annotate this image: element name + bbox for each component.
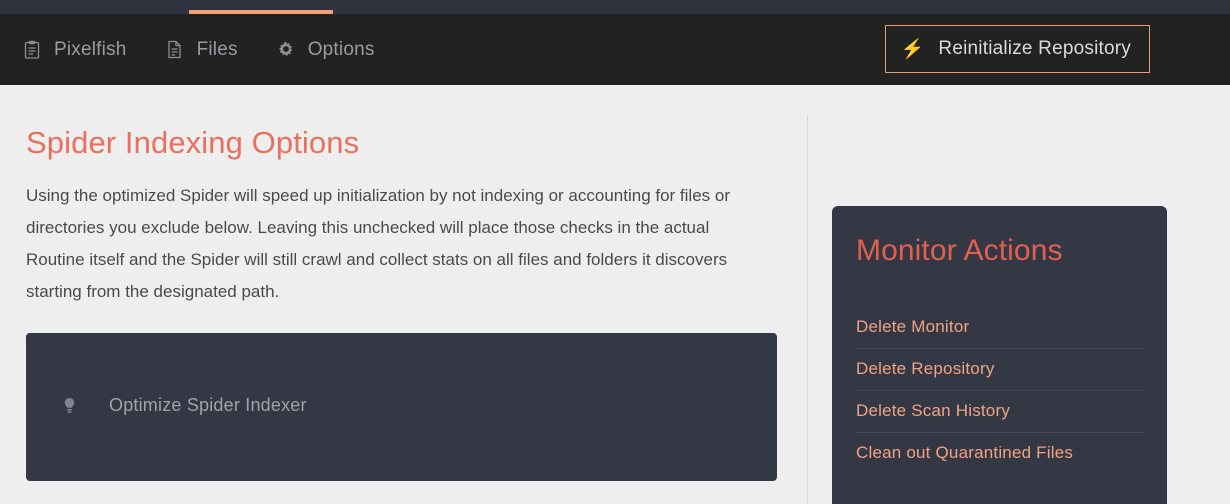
top-strip	[0, 0, 1230, 14]
reinitialize-repository-label: Reinitialize Repository	[938, 38, 1131, 59]
nav-item-files[interactable]: Files	[165, 39, 238, 61]
action-delete-repository[interactable]: Delete Repository	[856, 348, 1143, 390]
optimize-spider-indexer-checkbox[interactable]: Optimize Spider Indexer	[61, 395, 307, 416]
action-delete-scan-history[interactable]: Delete Scan History	[856, 390, 1143, 432]
lightbulb-icon	[61, 397, 77, 414]
column-divider	[807, 115, 808, 504]
navigation-bar: Pixelfish Files Options ⚡ Reinitialize R…	[0, 14, 1230, 85]
file-document-icon	[165, 39, 185, 61]
nav-item-pixelfish[interactable]: Pixelfish	[22, 39, 127, 61]
nav-item-label: Options	[307, 38, 375, 60]
reinitialize-repository-button[interactable]: ⚡ Reinitialize Repository	[884, 25, 1150, 73]
lightning-bolt-icon: ⚡	[900, 38, 925, 60]
monitor-actions-panel: Monitor Actions Delete Monitor Delete Re…	[832, 206, 1167, 504]
monitor-actions-list: Delete Monitor Delete Repository Delete …	[856, 307, 1143, 474]
clipboard-icon	[22, 39, 42, 61]
page-title: Spider Indexing Options	[26, 125, 360, 160]
page-body: Spider Indexing Options Using the optimi…	[0, 85, 1230, 504]
gear-icon	[276, 39, 296, 61]
intro-paragraph: Using the optimized Spider will speed up…	[26, 186, 730, 301]
nav-item-label: Pixelfish	[54, 38, 127, 60]
optimize-spider-indexer-label: Optimize Spider Indexer	[109, 395, 307, 415]
action-clean-out-quarantined-files[interactable]: Clean out Quarantined Files	[856, 432, 1143, 474]
main-column: Spider Indexing Options Using the optimi…	[26, 85, 777, 504]
spider-option-card: Optimize Spider Indexer	[26, 333, 777, 481]
action-delete-monitor[interactable]: Delete Monitor	[856, 307, 1143, 348]
monitor-actions-title: Monitor Actions	[856, 234, 1063, 267]
nav-item-options[interactable]: Options	[276, 39, 375, 61]
nav-item-label: Files	[196, 38, 238, 60]
nav-items: Pixelfish Files Options	[22, 39, 413, 61]
